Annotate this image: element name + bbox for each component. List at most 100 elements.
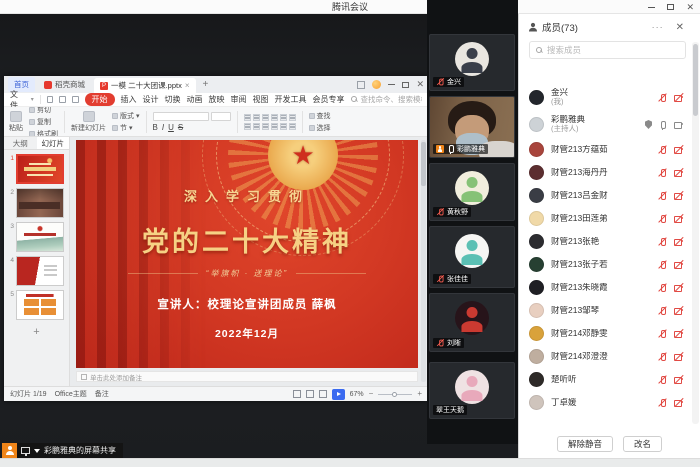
members-scrollbar[interactable] xyxy=(692,42,699,424)
slide-thumbnail-1[interactable]: 1 xyxy=(7,154,66,184)
member-row[interactable]: 范亚卓 xyxy=(519,414,690,418)
mic-muted-icon[interactable] xyxy=(658,398,667,408)
menu-review[interactable]: 审阅 xyxy=(231,94,247,105)
indent-increase-button[interactable] xyxy=(253,123,260,130)
section-button[interactable]: 节 ▾ xyxy=(112,123,140,133)
member-row[interactable]: 彩鹏雅典(主持人) xyxy=(519,111,690,138)
tab-close-icon[interactable]: × xyxy=(185,81,190,90)
member-row[interactable]: 金兴(我) xyxy=(519,84,690,111)
mic-muted-icon[interactable] xyxy=(658,329,667,339)
align-center-button[interactable] xyxy=(253,114,260,121)
wps-minimize-icon[interactable] xyxy=(388,84,395,85)
mic-muted-icon[interactable] xyxy=(658,145,667,155)
mic-muted-icon[interactable] xyxy=(658,306,667,316)
tab-outline[interactable]: 大纲 xyxy=(4,137,37,149)
wps-docer-tab[interactable]: 稻壳商城 xyxy=(39,77,90,92)
menu-view[interactable]: 视图 xyxy=(253,94,269,105)
align-right-button[interactable] xyxy=(262,114,269,121)
video-tile[interactable]: 金兴 xyxy=(429,34,515,91)
camera-muted-icon[interactable] xyxy=(673,283,684,293)
mic-muted-icon[interactable] xyxy=(658,352,667,362)
undo-icon[interactable] xyxy=(59,96,66,103)
camera-muted-icon[interactable] xyxy=(673,93,684,103)
wps-document-tab[interactable]: P 一模 二十大团课.pptx × xyxy=(94,78,196,93)
scrollbar-thumb[interactable] xyxy=(421,142,426,186)
zoom-slider[interactable] xyxy=(378,394,412,395)
member-row[interactable]: 财管214邓静雯 xyxy=(519,322,690,345)
mic-muted-icon[interactable] xyxy=(658,168,667,178)
layout-button[interactable]: 版式 ▾ xyxy=(112,111,140,121)
align-left-button[interactable] xyxy=(244,114,251,121)
camera-muted-icon[interactable] xyxy=(673,214,684,224)
mic-muted-icon[interactable] xyxy=(658,93,667,103)
sorter-view-icon[interactable] xyxy=(306,390,314,398)
text-direction-button[interactable] xyxy=(271,123,278,130)
member-row[interactable]: 财管213海丹丹 xyxy=(519,161,690,184)
camera-on-icon[interactable] xyxy=(673,120,684,130)
zoom-in-icon[interactable]: + xyxy=(417,390,422,398)
redo-icon[interactable] xyxy=(72,96,79,103)
bold-button[interactable]: B xyxy=(153,123,158,132)
mic-muted-icon[interactable] xyxy=(658,375,667,385)
select-button[interactable]: 选择 xyxy=(309,123,331,133)
unmute-button[interactable]: 解除静音 xyxy=(557,436,613,452)
new-tab-button[interactable]: + xyxy=(200,79,212,90)
video-tile[interactable]: 黄秋野 xyxy=(429,163,515,221)
menu-slideshow[interactable]: 放映 xyxy=(209,94,225,105)
camera-muted-icon[interactable] xyxy=(673,398,684,408)
indent-decrease-button[interactable] xyxy=(244,123,251,130)
camera-muted-icon[interactable] xyxy=(673,237,684,247)
tab-slides[interactable]: 幻灯片 xyxy=(37,137,70,149)
minimize-icon[interactable] xyxy=(648,7,655,8)
cut-button[interactable]: 剪切 xyxy=(29,107,58,115)
copy-button[interactable]: 复制 xyxy=(29,117,58,127)
slide-thumbnail-3[interactable]: 3 xyxy=(7,222,66,252)
line-spacing-button[interactable] xyxy=(262,123,269,130)
panel-close-icon[interactable]: ✕ xyxy=(676,22,684,33)
columns-button[interactable] xyxy=(280,123,287,130)
video-tile[interactable]: 翠王天鹅 xyxy=(429,362,515,419)
member-row[interactable]: 财管213邹琴 xyxy=(519,299,690,322)
video-tile[interactable]: 彩鹏雅典 xyxy=(429,96,515,158)
mic-muted-icon[interactable] xyxy=(658,283,667,293)
mic-muted-icon[interactable] xyxy=(658,260,667,270)
camera-muted-icon[interactable] xyxy=(673,306,684,316)
member-row[interactable]: 财管213吕金财 xyxy=(519,184,690,207)
slide-thumbnail-4[interactable]: 4 xyxy=(7,256,66,286)
close-icon[interactable]: ✕ xyxy=(686,3,694,12)
slide-thumbnail-2[interactable]: 2 xyxy=(7,188,66,218)
menu-animation[interactable]: 动画 xyxy=(187,94,203,105)
member-row[interactable]: 财管213田莲弟 xyxy=(519,207,690,230)
video-tile[interactable]: 张佳佳 xyxy=(429,226,515,288)
zoom-out-icon[interactable]: − xyxy=(369,390,374,398)
reading-view-icon[interactable] xyxy=(319,390,327,398)
mic-muted-icon[interactable] xyxy=(658,237,667,247)
member-row[interactable]: 财管213朱晓霞 xyxy=(519,276,690,299)
add-slide-button[interactable]: + xyxy=(4,326,69,338)
scrollbar-thumb[interactable] xyxy=(693,44,698,116)
video-tile[interactable]: 刘晰 xyxy=(429,293,515,352)
member-row[interactable]: 财管214邓澄澄 xyxy=(519,345,690,368)
canvas-scrollbar[interactable] xyxy=(421,140,426,382)
camera-muted-icon[interactable] xyxy=(673,329,684,339)
member-search-input[interactable]: 搜索成员 xyxy=(529,41,686,59)
more-options-icon[interactable]: ··· xyxy=(652,22,664,32)
bullets-button[interactable] xyxy=(280,114,287,121)
member-row[interactable]: 丁卓媛 xyxy=(519,391,690,414)
menu-design[interactable]: 设计 xyxy=(143,94,159,105)
shape-fill-button[interactable] xyxy=(289,123,296,130)
current-slide[interactable]: ★ 深入学习贯彻 党的二十大精神 “举旗帜 · 送理论” 宣讲人：校理论宣讲团成… xyxy=(76,140,418,368)
slideshow-play-button[interactable] xyxy=(332,389,345,400)
paste-button[interactable]: 粘贴 xyxy=(9,111,23,133)
camera-muted-icon[interactable] xyxy=(673,260,684,270)
menu-devtools[interactable]: 开发工具 xyxy=(275,94,307,105)
find-button[interactable]: 查找 xyxy=(309,111,331,121)
wps-close-icon[interactable]: ✕ xyxy=(416,80,424,89)
status-notes[interactable]: 备注 xyxy=(95,389,109,399)
camera-muted-icon[interactable] xyxy=(673,375,684,385)
new-slide-button[interactable]: 新建幻灯片 xyxy=(71,111,106,133)
notes-bar[interactable]: 单击此处添加备注 xyxy=(76,371,418,382)
font-family-select[interactable] xyxy=(153,112,209,121)
camera-muted-icon[interactable] xyxy=(673,168,684,178)
member-row[interactable]: 楚听听 xyxy=(519,368,690,391)
